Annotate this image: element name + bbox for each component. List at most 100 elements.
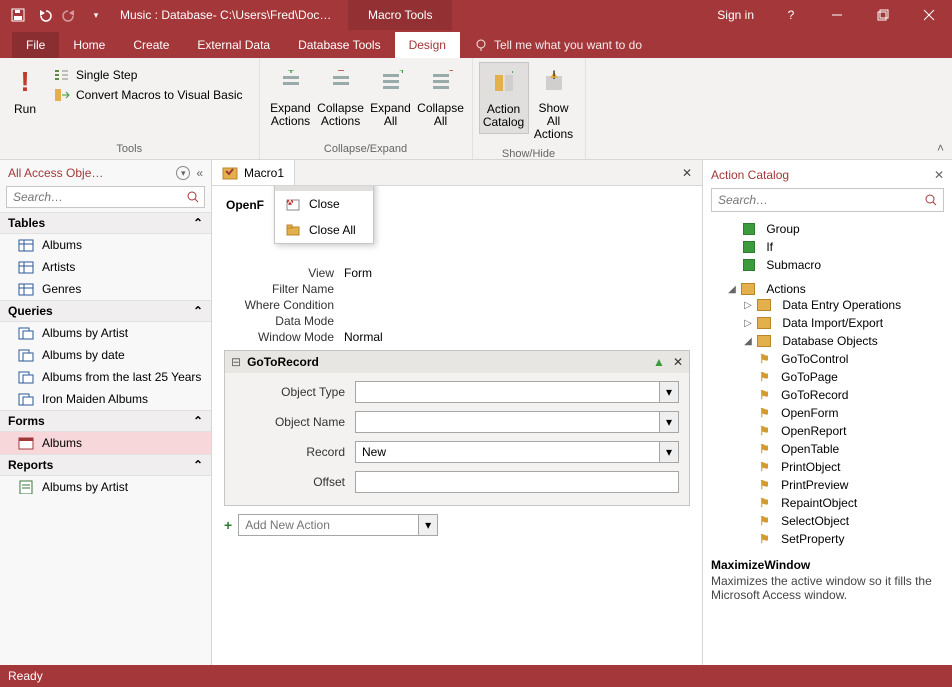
catalog-flow-item[interactable]: Group (743, 222, 944, 236)
catalog-action-item[interactable]: ⚑ GoToControl (711, 352, 944, 366)
tell-me-search[interactable]: Tell me what you want to do (460, 32, 656, 58)
save-icon[interactable] (6, 3, 30, 27)
menu-close-all[interactable]: Close All (275, 217, 373, 243)
convert-icon (54, 88, 70, 102)
svg-text:−: − (449, 70, 453, 77)
field-record-input[interactable] (355, 441, 659, 463)
catalog-close-icon[interactable]: ✕ (934, 168, 944, 182)
document-area: Macro1 ✕ Save x Close Close All (212, 160, 702, 665)
chevron-down-icon[interactable]: ▾ (659, 411, 679, 433)
catalog-action-item[interactable]: ⚑ RepaintObject (711, 496, 944, 510)
catalog-action-item[interactable]: ⚑ PrintObject (711, 460, 944, 474)
convert-macros-button[interactable]: Convert Macros to Visual Basic (50, 86, 247, 104)
single-step-label: Single Step (76, 68, 137, 82)
chevron-down-icon[interactable]: ▾ (659, 441, 679, 463)
catalog-action-item[interactable]: ⚑ SelectObject (711, 514, 944, 528)
add-new-action-input[interactable] (238, 514, 418, 536)
search-icon[interactable] (182, 187, 204, 207)
tab-design[interactable]: Design (395, 32, 460, 58)
catalog-search[interactable] (711, 188, 944, 212)
run-button[interactable]: ! Run (6, 62, 44, 120)
tab-home[interactable]: Home (59, 32, 119, 58)
navpane-item[interactable]: Albums by Artist (0, 322, 211, 344)
navpane-search[interactable] (6, 186, 205, 208)
catalog-action-item[interactable]: ⚑ OpenReport (711, 424, 944, 438)
action-icon: ⚑ (759, 406, 770, 420)
navpane-item[interactable]: Albums (0, 234, 211, 256)
collapse-all-button[interactable]: − Collapse All (416, 62, 466, 132)
navpane-item[interactable]: Genres (0, 278, 211, 300)
undo-icon[interactable] (32, 3, 56, 27)
restore-icon[interactable] (860, 0, 906, 30)
catalog-actions-node[interactable]: ◢ Actions (711, 282, 944, 296)
chevron-down-icon[interactable]: ▾ (659, 381, 679, 403)
single-step-button[interactable]: Single Step (50, 66, 247, 84)
collapse-icon[interactable]: ⊟ (231, 355, 241, 369)
redo-icon[interactable] (58, 3, 82, 27)
navpane-item[interactable]: Albums by Artist (0, 476, 211, 498)
navpane-item[interactable]: Albums by date (0, 344, 211, 366)
navpane-item-label: Albums (42, 436, 82, 450)
collapse-ribbon-icon[interactable]: ˄ (937, 141, 944, 155)
catalog-category[interactable]: ◢ Database Objects (711, 334, 944, 348)
catalog-action-item[interactable]: ⚑ OpenTable (711, 442, 944, 456)
navpane-cat-queries[interactable]: Queries⌃ (0, 300, 211, 322)
navpane-item-label: Iron Maiden Albums (42, 392, 148, 406)
catalog-category[interactable]: ▷ Data Entry Operations (711, 298, 944, 312)
expand-all-icon: + (379, 70, 403, 94)
navpane-collapse-icon[interactable]: « (196, 166, 203, 180)
navpane-item[interactable]: Artists (0, 256, 211, 278)
field-objectname-input[interactable] (355, 411, 659, 433)
navpane-cat-reports[interactable]: Reports⌃ (0, 454, 211, 476)
qat-customize-icon[interactable]: ▾ (84, 3, 108, 27)
field-objecttype-combo[interactable]: ▾ (355, 381, 679, 403)
expand-all-button[interactable]: + Expand All (366, 62, 416, 132)
catalog-action-item[interactable]: ⚑ OpenForm (711, 406, 944, 420)
catalog-category[interactable]: ▷ Data Import/Export (711, 316, 944, 330)
tab-file[interactable]: File (12, 32, 59, 58)
expand-actions-button[interactable]: + Expand Actions (266, 62, 316, 132)
navpane-cat-forms[interactable]: Forms⌃ (0, 410, 211, 432)
catalog-flow-item[interactable]: Submacro (743, 258, 944, 272)
catalog-action-item[interactable]: ⚑ SetProperty (711, 532, 944, 546)
navigation-pane: All Access Obje… ▾ « Tables⌃ AlbumsArtis… (0, 160, 212, 665)
cat-label: Forms (8, 414, 193, 428)
document-tab[interactable]: Macro1 (212, 160, 295, 185)
catalog-action-item[interactable]: ⚑ GoToRecord (711, 388, 944, 402)
catalog-item-label: OpenForm (781, 406, 838, 420)
menu-close[interactable]: x Close (275, 191, 373, 217)
sign-in-link[interactable]: Sign in (703, 8, 768, 22)
action-catalog-button[interactable]: + Action Catalog (479, 62, 529, 134)
collapse-actions-label: Collapse Actions (317, 102, 364, 128)
chevron-down-icon[interactable]: ▾ (418, 514, 438, 536)
tab-create[interactable]: Create (119, 32, 183, 58)
field-record-combo[interactable]: ▾ (355, 441, 679, 463)
navpane-item[interactable]: Iron Maiden Albums (0, 388, 211, 410)
tab-database-tools[interactable]: Database Tools (284, 32, 395, 58)
delete-action-icon[interactable]: ✕ (673, 355, 683, 369)
minimize-icon[interactable] (814, 0, 860, 30)
navpane-cat-tables[interactable]: Tables⌃ (0, 212, 211, 234)
field-offset-input[interactable] (355, 471, 679, 493)
collapse-actions-button[interactable]: − Collapse Actions (316, 62, 366, 132)
show-all-actions-button[interactable]: ! Show All Actions (529, 62, 579, 146)
field-objecttype-input[interactable] (355, 381, 659, 403)
help-icon[interactable]: ? (768, 0, 814, 30)
add-icon[interactable]: + (224, 517, 232, 533)
catalog-help-text: Maximizes the active window so it fills … (711, 572, 944, 604)
document-close-icon[interactable]: ✕ (672, 166, 702, 180)
tab-external-data[interactable]: External Data (183, 32, 284, 58)
navpane-item[interactable]: Albums (0, 432, 211, 454)
navpane-search-input[interactable] (7, 187, 182, 207)
add-new-action-combo[interactable]: ▾ (238, 514, 438, 536)
search-icon[interactable] (919, 189, 943, 211)
navpane-filter-icon[interactable]: ▾ (176, 166, 190, 180)
field-objectname-combo[interactable]: ▾ (355, 411, 679, 433)
catalog-action-item[interactable]: ⚑ GoToPage (711, 370, 944, 384)
catalog-flow-item[interactable]: If (743, 240, 944, 254)
close-icon[interactable] (906, 0, 952, 30)
move-up-icon[interactable]: ▲ (653, 355, 665, 369)
catalog-search-input[interactable] (712, 189, 919, 211)
navpane-item[interactable]: Albums from the last 25 Years (0, 366, 211, 388)
catalog-action-item[interactable]: ⚑ PrintPreview (711, 478, 944, 492)
